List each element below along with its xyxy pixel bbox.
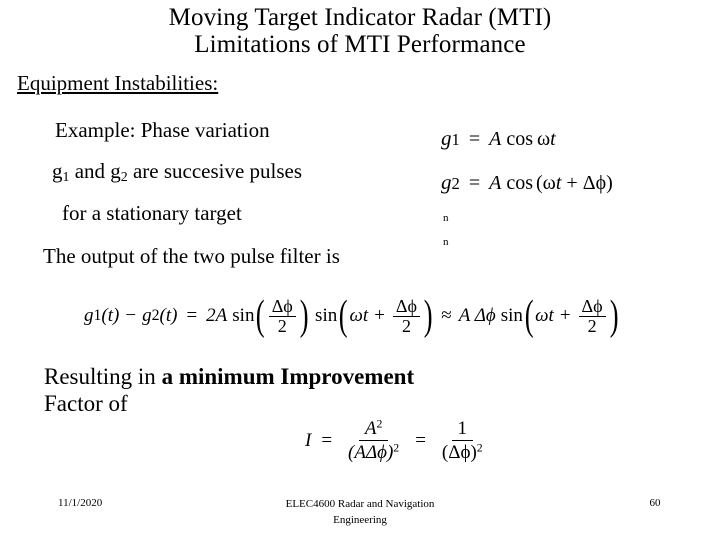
equation-two-pulse-filter: g 1 (t) − g 2 (t) = 2A sin ( Δϕ 2 ) sin ( ωt…	[84, 292, 620, 340]
filter-fraction-2-numerator: Δϕ	[392, 297, 420, 317]
body-line-target: for a stationary target	[62, 201, 242, 225]
filter-sin-3: sin	[500, 305, 523, 327]
body-line-output: The output of the two pulse filter is	[43, 244, 340, 268]
filter-g2-argument: (t)	[159, 305, 178, 327]
improvement-equals-1: =	[321, 429, 333, 451]
footer-date: 11/1/2020	[58, 497, 103, 509]
result-bold-part: a minimum Improvement	[161, 364, 415, 389]
body-line-pulses: g1 and g2 are succesive pulses	[52, 159, 302, 184]
improvement-num-1-exponent: 2	[376, 417, 383, 431]
filter-minus-sign: −	[125, 305, 137, 327]
g1-time-variable: t	[550, 128, 556, 150]
g2-lhs-variable: g	[441, 170, 452, 194]
filter-g1-argument: (t)	[101, 305, 120, 327]
g2-time-variable: t	[555, 172, 562, 194]
filter-fraction-3-numerator: Δϕ	[578, 297, 606, 317]
filter-fraction-2-denominator: 2	[401, 315, 411, 336]
pulses-sub-2: 2	[120, 169, 128, 185]
equation-improvement-factor: I = A2 (AΔϕ)2 = 1 (Δϕ)2	[305, 418, 489, 464]
g1-amplitude: A	[489, 128, 502, 150]
improvement-den-2-exponent: 2	[476, 441, 483, 455]
footer-page-number: 60	[649, 497, 661, 509]
stray-mark-1: n	[443, 212, 449, 224]
g2-open-paren: (	[536, 172, 543, 194]
g2-amplitude: A	[489, 172, 502, 194]
filter-sin-1: sin	[232, 305, 255, 327]
section-heading: Equipment Instabilities:	[17, 71, 219, 95]
filter-open-paren-1: (	[256, 292, 265, 340]
filter-fraction-2: Δϕ 2	[392, 297, 420, 336]
g1-lhs-subscript: 1	[451, 130, 460, 149]
improvement-equals-2: =	[415, 429, 426, 451]
filter-fraction-1-denominator: 2	[277, 315, 287, 336]
slide-canvas: Moving Target Indicator Radar (MTI) Limi…	[0, 0, 720, 540]
g2-omega-symbol: ω	[542, 172, 556, 194]
title-line-2: Limitations of MTI Performance	[194, 31, 526, 58]
filter-fraction-1: Δϕ 2	[268, 297, 296, 336]
improvement-den-1-exponent: 2	[393, 441, 400, 455]
g1-cos-function: cos	[506, 128, 533, 150]
g2-phi-symbol: ϕ	[595, 172, 607, 194]
improvement-num-1-base: A	[364, 418, 377, 439]
result-second-line: Factor of	[44, 390, 128, 416]
filter-coefficient: 2A	[206, 305, 228, 327]
filter-plus-sign-2: +	[559, 305, 571, 327]
slide-title: Moving Target Indicator Radar (MTI) Limi…	[0, 4, 720, 58]
improvement-lhs: I	[305, 429, 312, 451]
filter-fraction-3: Δϕ 2	[578, 297, 606, 336]
filter-omega-t-2: ωt	[535, 305, 554, 327]
filter-close-paren-3: )	[609, 292, 619, 340]
filter-g2-subscript: 2	[151, 307, 160, 325]
filter-fraction-1-numerator: Δϕ	[268, 297, 296, 317]
filter-fraction-3-denominator: 2	[587, 315, 597, 336]
equation-g2: g2 = A cos ( ωt + Δϕ )	[441, 170, 613, 195]
improvement-fraction-2: 1 (Δϕ)2	[436, 418, 489, 464]
filter-omega-t-1: ωt	[349, 305, 369, 327]
filter-equals-sign: =	[186, 305, 198, 327]
filter-close-paren-2: )	[423, 292, 433, 340]
footer-course-info: ELEC4600 Radar and Navigation Engineerin…	[180, 497, 540, 529]
improvement-fraction-1: A2 (AΔϕ)2	[342, 418, 405, 464]
filter-open-paren-3: (	[524, 292, 534, 340]
filter-g1-subscript: 1	[93, 307, 102, 325]
footer-course-line-1: ELEC4600 Radar and Navigation	[285, 498, 435, 510]
pulses-text-pre: g	[52, 159, 63, 183]
g2-lhs-subscript: 2	[451, 174, 460, 193]
improvement-den-2-base: (Δϕ)	[441, 442, 477, 464]
footer-course-line-2: Engineering	[333, 513, 387, 526]
g2-close-paren: )	[606, 172, 613, 194]
g1-omega-symbol: ω	[537, 128, 551, 150]
filter-amplitude-delta: A Δϕ	[458, 305, 496, 327]
body-line-example: Example: Phase variation	[55, 118, 270, 142]
filter-g1: g	[84, 305, 94, 327]
improvement-den-1-base: (AΔϕ)	[348, 442, 394, 464]
stray-mark-2: n	[443, 236, 449, 248]
g1-equals-sign: =	[468, 128, 481, 150]
pulses-text-mid: and g	[69, 159, 121, 183]
filter-open-paren-2: (	[338, 292, 348, 340]
filter-approx-sign: ≈	[441, 305, 452, 327]
filter-sin-2: sin	[315, 305, 338, 327]
filter-close-paren-1: )	[299, 292, 309, 340]
g2-equals-sign: =	[468, 172, 481, 194]
g2-delta-symbol: Δ	[582, 172, 596, 194]
improvement-fraction-1-numerator: A2	[358, 417, 389, 442]
result-paragraph: Resulting in a minimum Improvement Facto…	[44, 364, 564, 418]
g2-cos-function: cos	[506, 172, 533, 194]
pulses-text-post: are succesive pulses	[127, 159, 303, 183]
improvement-fraction-2-denominator: (Δϕ)2	[436, 441, 489, 463]
improvement-fraction-2-numerator: 1	[451, 418, 474, 442]
improvement-fraction-1-denominator: (AΔϕ)2	[342, 441, 405, 463]
result-regular-prefix: Resulting in	[44, 364, 162, 389]
title-line-1: Moving Target Indicator Radar (MTI)	[168, 4, 552, 31]
filter-g2: g	[142, 305, 152, 327]
g2-plus-sign: +	[566, 172, 578, 194]
g1-lhs-variable: g	[441, 126, 452, 150]
equation-g1: g1 = A cos ωt	[441, 126, 556, 151]
filter-plus-sign-1: +	[374, 305, 385, 327]
